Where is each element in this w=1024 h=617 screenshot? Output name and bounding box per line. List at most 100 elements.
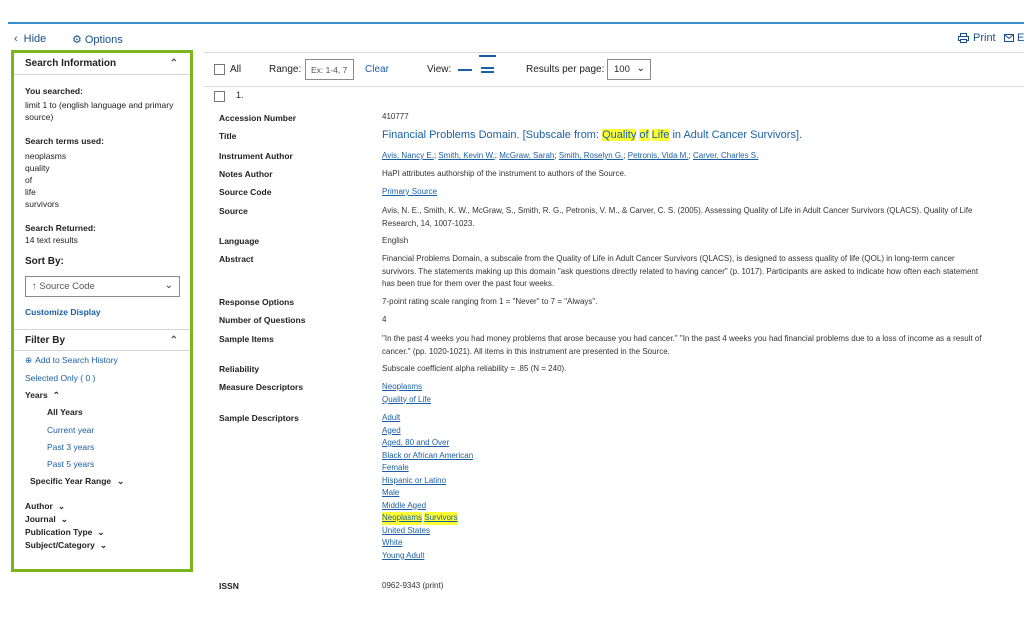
print-button[interactable]: Print	[958, 32, 996, 44]
chevron-down-icon: ⌄	[60, 514, 68, 524]
customize-display-link[interactable]: Customize Display	[25, 307, 101, 317]
author-facet-toggle[interactable]: Author ⌄	[25, 501, 65, 512]
source-value: Avis, N. E., Smith, K. W., McGraw, S., S…	[382, 205, 1012, 230]
sample-descriptor-link[interactable]: Female	[382, 462, 473, 475]
search-term: life	[25, 187, 36, 197]
response-options-value: 7-point rating scale ranging from 1 = "N…	[382, 297, 598, 306]
year-option-past-5[interactable]: Past 5 years	[47, 459, 94, 469]
sample-descriptor-link[interactable]: Hispanic or Latino	[382, 475, 473, 488]
list-view-icon[interactable]	[458, 69, 472, 71]
specific-year-range-label: Specific Year Range	[30, 476, 112, 486]
sample-descriptor-link[interactable]: Young Adult	[382, 550, 473, 563]
source-line: Avis, N. E., Smith, K. W., McGraw, S., S…	[382, 206, 973, 215]
sample-descriptor-link[interactable]: Black or African American	[382, 450, 473, 463]
top-accent-line	[8, 22, 1024, 24]
sample-descriptor-link[interactable]: Survivors	[424, 512, 458, 525]
issn-label: ISSN	[219, 581, 239, 591]
sample-descriptor-link[interactable]: Neoplasms	[382, 512, 423, 525]
source-code-link[interactable]: Primary Source	[382, 187, 437, 196]
select-all-checkbox[interactable]	[214, 64, 225, 75]
author-link[interactable]: Carver, Charles S.	[693, 151, 758, 160]
year-option-past-3[interactable]: Past 3 years	[47, 442, 94, 452]
email-button[interactable]: E	[1004, 32, 1024, 44]
number-of-questions-label: Number of Questions	[219, 315, 306, 325]
author-link[interactable]: McGraw, Sarah	[499, 151, 554, 160]
record-title-link[interactable]: Financial Problems Domain. [Subscale fro…	[382, 129, 802, 141]
chevron-down-icon: ⌄	[117, 476, 125, 486]
year-option-all[interactable]: All Years	[47, 407, 83, 417]
search-information-header[interactable]: Search Information ⌃	[14, 53, 190, 75]
measure-descriptors-label: Measure Descriptors	[219, 382, 304, 392]
author-link[interactable]: Avis, Nancy E.	[382, 151, 434, 160]
title-part: in Adult Cancer Survivors].	[669, 129, 803, 141]
compact-view-icon[interactable]	[479, 55, 496, 79]
hide-sidebar-button[interactable]: ‹ Hide	[14, 33, 46, 45]
record-checkbox[interactable]	[214, 91, 225, 102]
results-per-page-label: Results per page:	[526, 64, 605, 75]
add-to-search-history-label: Add to Search History	[35, 355, 118, 365]
filter-by-header[interactable]: Filter By ⌃	[14, 329, 190, 351]
source-code-value: Primary Source	[382, 186, 437, 199]
sort-by-value: ↑ Source Code	[32, 281, 95, 292]
range-input[interactable]: Ex: 1-4, 7	[305, 59, 354, 80]
chevron-down-icon: ⌄	[636, 63, 645, 74]
publication-type-facet-toggle[interactable]: Publication Type ⌄	[25, 527, 105, 538]
specific-year-range-toggle[interactable]: Specific Year Range ⌄	[30, 476, 124, 487]
sample-items-label: Sample Items	[219, 334, 274, 344]
options-button[interactable]: ⚙ Options	[72, 33, 123, 47]
notes-author-value: HaPI attributes authorship of the instru…	[382, 169, 627, 178]
publication-type-facet-label: Publication Type	[25, 527, 93, 537]
instrument-authors: Avis, Nancy E.; Smith, Kevin W.; McGraw,…	[382, 151, 759, 160]
envelope-icon	[1004, 34, 1014, 42]
chevron-up-icon[interactable]: ⌃	[170, 335, 178, 346]
abstract-value: Financial Problems Domain, a subscale fr…	[382, 253, 1012, 291]
measure-descriptor-link[interactable]: Neoplasms	[382, 381, 431, 394]
source-label: Source	[219, 206, 248, 216]
sample-descriptor-link[interactable]: United States	[382, 525, 473, 538]
printer-icon	[958, 33, 969, 43]
print-label: Print	[973, 32, 996, 44]
search-term: quality	[25, 163, 50, 173]
abstract-label: Abstract	[219, 254, 254, 264]
sample-descriptor-link[interactable]: Adult	[382, 412, 473, 425]
sample-descriptor-link[interactable]: White	[382, 537, 473, 550]
search-returned-value: 14 text results	[25, 235, 78, 245]
you-searched-value-line2: source)	[25, 112, 54, 122]
results-toolbar: ‹ Hide ⚙ Options Print E	[0, 30, 1024, 48]
record-number: 1.	[236, 90, 244, 100]
language-value: English	[382, 236, 409, 245]
author-link[interactable]: Smith, Roselyn G.	[559, 151, 623, 160]
journal-facet-label: Journal	[25, 514, 56, 524]
years-facet-toggle[interactable]: Years ⌃	[25, 390, 60, 401]
options-label: Options	[84, 33, 123, 46]
results-controls-bar: All Range: Ex: 1-4, 7 Clear View: Result…	[203, 52, 1024, 87]
author-link[interactable]: Petronis, Vida M.	[628, 151, 689, 160]
sample-descriptor-link[interactable]: Aged, 80 and Over	[382, 437, 473, 450]
results-per-page-select[interactable]: 100 ⌄	[607, 59, 651, 80]
selected-only-link[interactable]: Selected Only ( 0 )	[25, 373, 95, 383]
year-option-current[interactable]: Current year	[47, 425, 94, 435]
select-all-label: All	[230, 64, 242, 75]
reliability-label: Reliability	[219, 364, 260, 374]
sample-descriptor-link[interactable]: Middle Aged	[382, 500, 473, 513]
view-label: View:	[427, 64, 452, 75]
title-label: Title	[219, 131, 237, 141]
chevron-up-icon: ⌃	[52, 390, 60, 400]
plus-circle-icon: ⊕	[25, 355, 33, 365]
search-sidebar: Search Information ⌃ You searched: limit…	[11, 50, 193, 572]
sort-by-select[interactable]: ↑ Source Code ⌄	[25, 276, 180, 297]
sample-descriptor-link[interactable]: Male	[382, 487, 473, 500]
journal-facet-toggle[interactable]: Journal ⌄	[25, 514, 68, 525]
sort-by-label: Sort By:	[25, 256, 64, 267]
subject-category-facet-toggle[interactable]: Subject/Category ⌄	[25, 540, 107, 551]
author-link[interactable]: Smith, Kevin W.	[438, 151, 494, 160]
chevron-up-icon[interactable]: ⌃	[170, 58, 178, 69]
measure-descriptor-link[interactable]: Quality of Life	[382, 394, 431, 407]
clear-range-link[interactable]: Clear	[365, 64, 389, 75]
add-to-search-history-link[interactable]: ⊕ Add to Search History	[25, 355, 118, 366]
author-facet-label: Author	[25, 501, 53, 511]
chevron-down-icon: ⌄	[57, 501, 65, 511]
search-term: neoplasms	[25, 151, 67, 161]
sample-descriptor-link[interactable]: Aged	[382, 425, 473, 438]
sample-items-line: cancer." (pp. 1020-1021). All items in t…	[382, 346, 670, 356]
